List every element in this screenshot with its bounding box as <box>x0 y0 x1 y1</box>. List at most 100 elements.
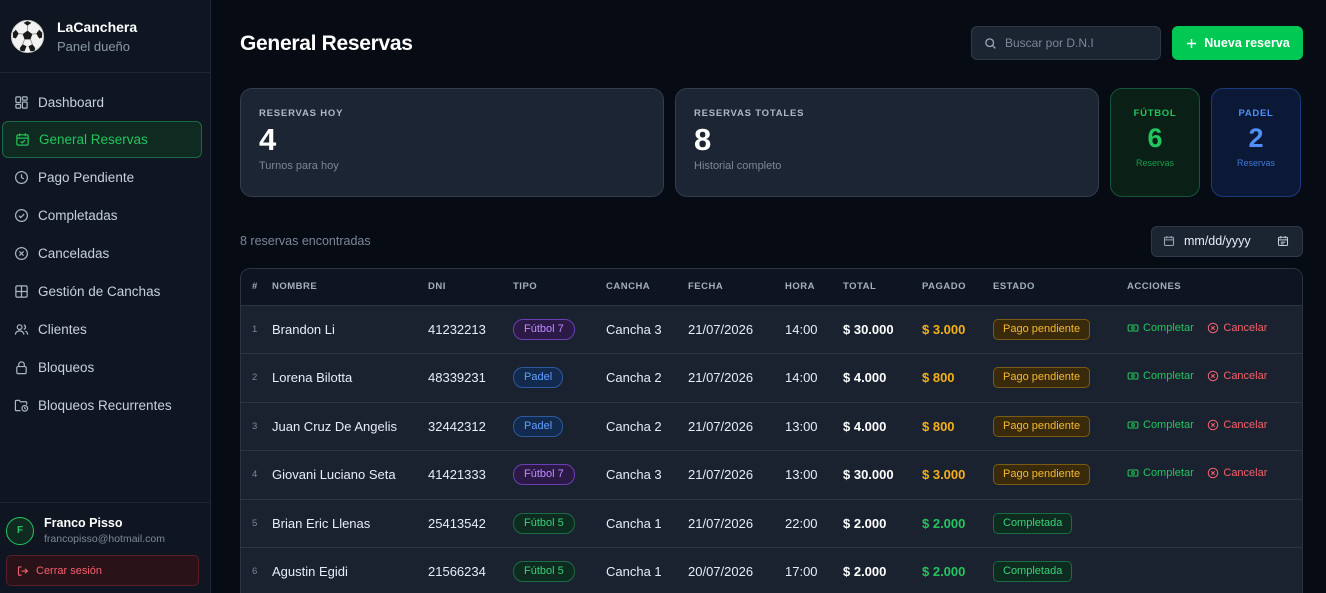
sidebar-nav: Dashboard General Reservas Pago Pendient… <box>0 73 210 424</box>
x-circle-icon <box>1208 419 1219 431</box>
table-row[interactable]: 6 Agustin Egidi 21566234 Fútbol 5 Cancha… <box>241 548 1302 593</box>
stat-subtitle: Reservas <box>1236 158 1275 168</box>
cell-cancha: Cancha 3 <box>606 321 662 337</box>
x-circle-icon <box>14 246 29 260</box>
check-circle-icon <box>14 208 29 222</box>
column-header[interactable]: DNI <box>428 269 513 306</box>
table-row[interactable]: 3 Juan Cruz De Angelis 32442312 Padel Ca… <box>241 402 1302 451</box>
clock-icon <box>14 170 29 184</box>
sidebar-item-label: Bloqueos Recurrentes <box>38 397 172 413</box>
sidebar-item-canceladas[interactable]: Canceladas <box>2 234 202 272</box>
filter-row: 8 reservas encontradas mm/dd/yyyy <box>240 225 1303 257</box>
cell-pagado: $ 800 <box>922 370 955 386</box>
search-icon <box>985 37 996 49</box>
logout-icon <box>17 565 29 576</box>
cancel-button[interactable]: Cancelar <box>1207 322 1267 334</box>
column-header[interactable]: FECHA <box>688 269 785 306</box>
table-row[interactable]: 2 Lorena Bilotta 48339231 Padel Cancha 2… <box>241 354 1302 402</box>
cancel-button[interactable]: Cancelar <box>1207 370 1267 382</box>
sidebar-item-label: Clientes <box>38 321 87 337</box>
stat-value: 2 <box>1248 123 1264 153</box>
logout-label: Cerrar sesión <box>36 564 103 577</box>
brand-name: LaCanchera <box>57 18 138 35</box>
calendar-picker-icon[interactable] <box>1277 235 1289 247</box>
cancel-button[interactable]: Cancelar <box>1207 419 1267 431</box>
sidebar-item-bloqueos-recurrentes[interactable]: Bloqueos Recurrentes <box>2 386 202 424</box>
user-box: F Franco Pisso francopisso@hotmail.com C… <box>0 502 210 593</box>
cell-fecha: 21/07/2026 <box>688 515 754 531</box>
stat-subtitle: Turnos para hoy <box>259 160 339 172</box>
sidebar-item-completadas[interactable]: Completadas <box>2 196 202 234</box>
reservations-table: # NOMBRE DNI TIPO CANCHA FECHA HORA TOTA… <box>240 268 1303 593</box>
date-filter-input[interactable]: mm/dd/yyyy <box>1151 225 1303 257</box>
cell-dni: 48339231 <box>428 370 486 386</box>
column-header[interactable]: TIPO <box>513 269 606 306</box>
complete-label: Completar <box>1143 321 1194 334</box>
sidebar-item-label: General Reservas <box>39 132 148 147</box>
cell-cancha: Cancha 2 <box>606 418 662 434</box>
column-header[interactable]: PAGADO <box>922 269 993 306</box>
calendar-check-icon <box>16 133 29 146</box>
users-icon <box>14 323 29 335</box>
new-reservation-button[interactable]: Nueva reserva <box>1172 26 1303 60</box>
cell-pagado: $ 2.000 <box>922 564 966 580</box>
cancel-label: Cancelar <box>1223 467 1268 480</box>
cash-icon <box>1127 324 1139 332</box>
complete-button[interactable]: Completar <box>1127 322 1194 334</box>
cancel-label: Cancelar <box>1223 370 1268 383</box>
complete-button[interactable]: Completar <box>1127 370 1194 382</box>
page-title: General Reservas <box>240 32 413 55</box>
status-badge: Completada <box>993 561 1073 583</box>
sidebar-item-dashboard[interactable]: Dashboard <box>2 83 202 121</box>
search-box[interactable] <box>971 26 1161 60</box>
status-badge: Pago pendiente <box>993 464 1091 486</box>
complete-button[interactable]: Completar <box>1127 419 1194 431</box>
column-header[interactable]: TOTAL <box>843 269 922 306</box>
cash-icon <box>1127 421 1139 429</box>
table-row[interactable]: 5 Brian Eric Llenas 25413542 Fútbol 5 Ca… <box>241 499 1302 548</box>
brand[interactable]: LaCanchera Panel dueño <box>0 0 210 73</box>
cell-pagado: $ 800 <box>922 418 955 434</box>
main-content: General Reservas Nueva reserva RESERVAS … <box>211 0 1326 593</box>
cancel-button[interactable]: Cancelar <box>1207 467 1267 479</box>
sidebar-item-general-reservas[interactable]: General Reservas <box>2 121 202 158</box>
logout-button[interactable]: Cerrar sesión <box>6 555 199 586</box>
sidebar: LaCanchera Panel dueño Dashboard General… <box>0 0 211 593</box>
status-badge: Pago pendiente <box>993 367 1091 389</box>
type-badge: Padel <box>513 415 564 437</box>
column-header[interactable]: ESTADO <box>993 269 1127 306</box>
date-placeholder: mm/dd/yyyy <box>1184 234 1251 248</box>
column-header[interactable]: NOMBRE <box>272 269 428 306</box>
complete-button[interactable]: Completar <box>1127 467 1194 479</box>
cell-dni: 41421333 <box>428 467 486 483</box>
stat-value: 4 <box>259 122 277 157</box>
sidebar-item-gestion-canchas[interactable]: Gestión de Canchas <box>2 272 202 310</box>
brand-subtitle: Panel dueño <box>57 38 131 54</box>
stat-label: RESERVAS TOTALES <box>694 108 805 119</box>
soccer-ball-icon <box>10 19 45 53</box>
cell-dni: 25413542 <box>428 515 486 531</box>
x-circle-icon <box>1208 322 1219 334</box>
table-row[interactable]: 4 Giovani Luciano Seta 41421333 Fútbol 7… <box>241 451 1302 499</box>
table-row[interactable]: 1 Brandon Li 41232213 Fútbol 7 Cancha 3 … <box>241 305 1302 354</box>
row-number: 2 <box>252 372 258 384</box>
stat-subtitle: Historial completo <box>694 160 782 172</box>
sidebar-item-clientes[interactable]: Clientes <box>2 310 202 348</box>
row-number: 1 <box>252 323 258 335</box>
cell-fecha: 21/07/2026 <box>688 467 754 483</box>
stats-row: RESERVAS HOY 4 Turnos para hoy RESERVAS … <box>240 88 1303 197</box>
sidebar-item-bloqueos[interactable]: Bloqueos <box>2 348 202 386</box>
avatar[interactable]: F <box>6 516 34 545</box>
column-header[interactable]: # <box>241 269 272 306</box>
search-input[interactable] <box>1005 36 1145 50</box>
table-header-row: # NOMBRE DNI TIPO CANCHA FECHA HORA TOTA… <box>241 269 1302 306</box>
cancel-label: Cancelar <box>1223 321 1268 334</box>
column-header[interactable]: HORA <box>785 269 843 306</box>
sidebar-item-pago-pendiente[interactable]: Pago Pendiente <box>2 158 202 196</box>
lock-icon <box>16 360 27 374</box>
cell-cancha: Cancha 3 <box>606 467 662 483</box>
column-header[interactable]: CANCHA <box>606 269 688 306</box>
sidebar-item-label: Canceladas <box>38 245 110 261</box>
cell-dni: 41232213 <box>428 321 486 337</box>
cell-total: $ 2.000 <box>843 564 887 580</box>
